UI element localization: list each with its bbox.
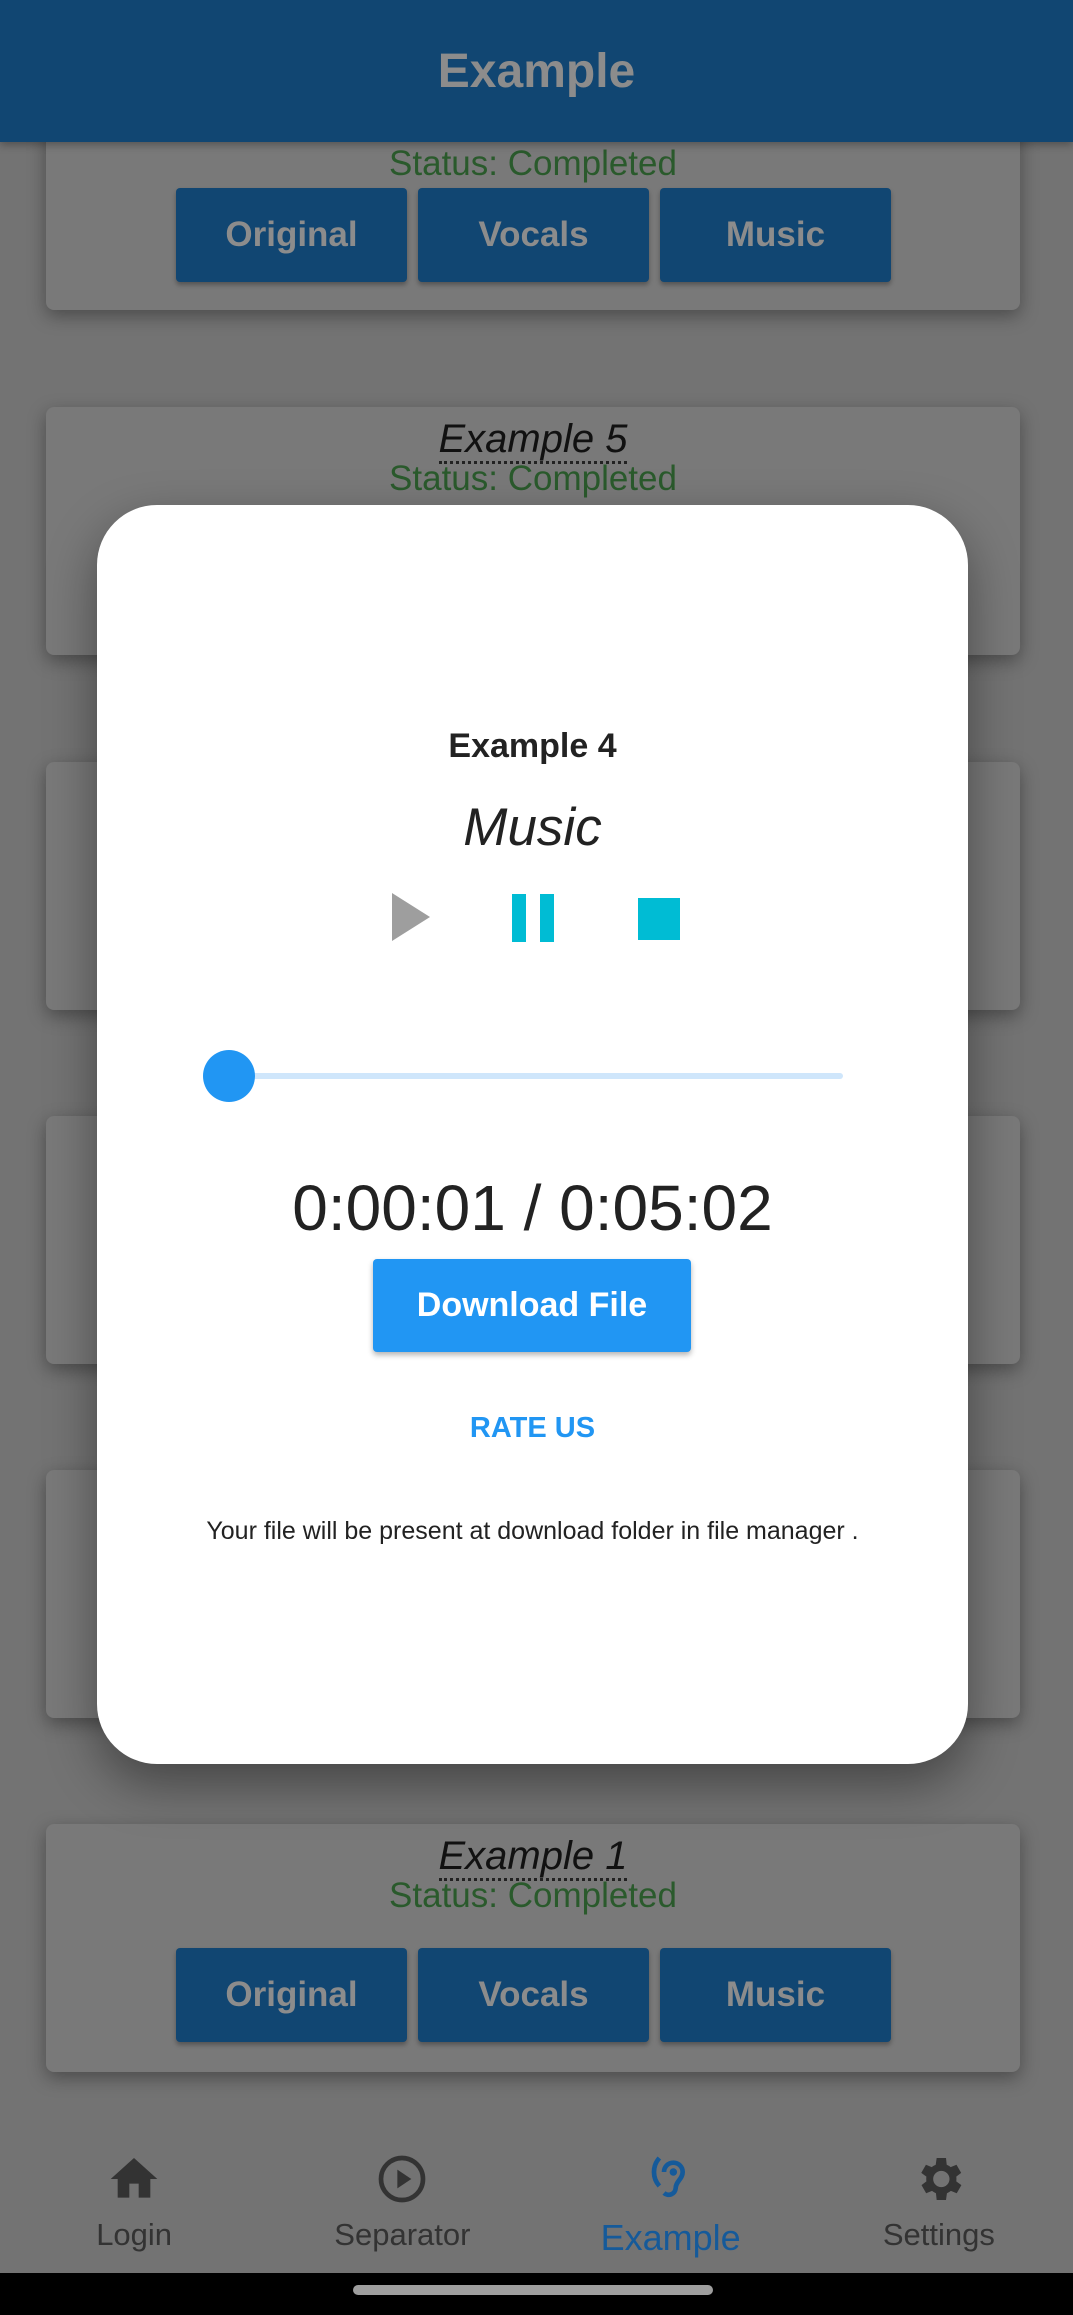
- card-title[interactable]: Example 5: [46, 417, 1020, 464]
- nav-login[interactable]: Login: [0, 2127, 268, 2273]
- hearing-icon: [651, 2156, 685, 2198]
- original-button[interactable]: Original: [176, 188, 407, 282]
- nav-label: Separator: [334, 2217, 471, 2252]
- rate-us-button[interactable]: RATE US: [97, 1412, 968, 1445]
- stop-icon[interactable]: [637, 897, 681, 941]
- card-status: Status: Completed: [389, 144, 677, 183]
- time-readout: 0:00:01 / 0:05:02: [292, 1172, 773, 1244]
- download-file-button[interactable]: Download File: [373, 1259, 691, 1352]
- card-title[interactable]: Example 1: [46, 1834, 1020, 1881]
- music-button[interactable]: Music: [660, 188, 891, 282]
- track-type: Music: [463, 798, 602, 857]
- card-status: Status: Completed: [389, 459, 677, 498]
- gear-icon: [921, 2158, 962, 2200]
- bottom-nav: Login Separator Example Settings: [0, 2127, 1073, 2273]
- nav-label: Settings: [882, 2217, 995, 2252]
- seek-slider-track[interactable]: [227, 1073, 843, 1079]
- nav-label: Example: [600, 2217, 741, 2258]
- play-circle-icon: [379, 2155, 426, 2203]
- home-icon: [110, 2158, 158, 2198]
- player-dialog: Example 4 Music 0:00:01 / 0:05:02 Downlo…: [97, 505, 968, 1764]
- app-bar: Example: [0, 0, 1073, 142]
- dialog-title: Example 4: [448, 727, 617, 765]
- music-button[interactable]: Music: [660, 1948, 891, 2042]
- card-status: Status: Completed: [389, 1876, 677, 1915]
- play-icon[interactable]: [392, 893, 434, 943]
- seek-slider-thumb[interactable]: [202, 1050, 255, 1102]
- download-note: Your file will be present at download fo…: [206, 1517, 859, 1545]
- home-handle[interactable]: [353, 2285, 713, 2295]
- nav-label: Login: [96, 2217, 173, 2252]
- nav-settings[interactable]: Settings: [805, 2127, 1073, 2273]
- vocals-button[interactable]: Vocals: [418, 1948, 649, 2042]
- nav-separator[interactable]: Separator: [268, 2127, 536, 2273]
- original-button[interactable]: Original: [176, 1948, 407, 2042]
- song-card: Example 1 Status: Completed Original Voc…: [46, 1824, 1020, 2072]
- app-title: Example: [437, 44, 636, 98]
- pause-icon[interactable]: [511, 893, 557, 943]
- nav-example[interactable]: Example: [537, 2127, 805, 2273]
- vocals-button[interactable]: Vocals: [418, 188, 649, 282]
